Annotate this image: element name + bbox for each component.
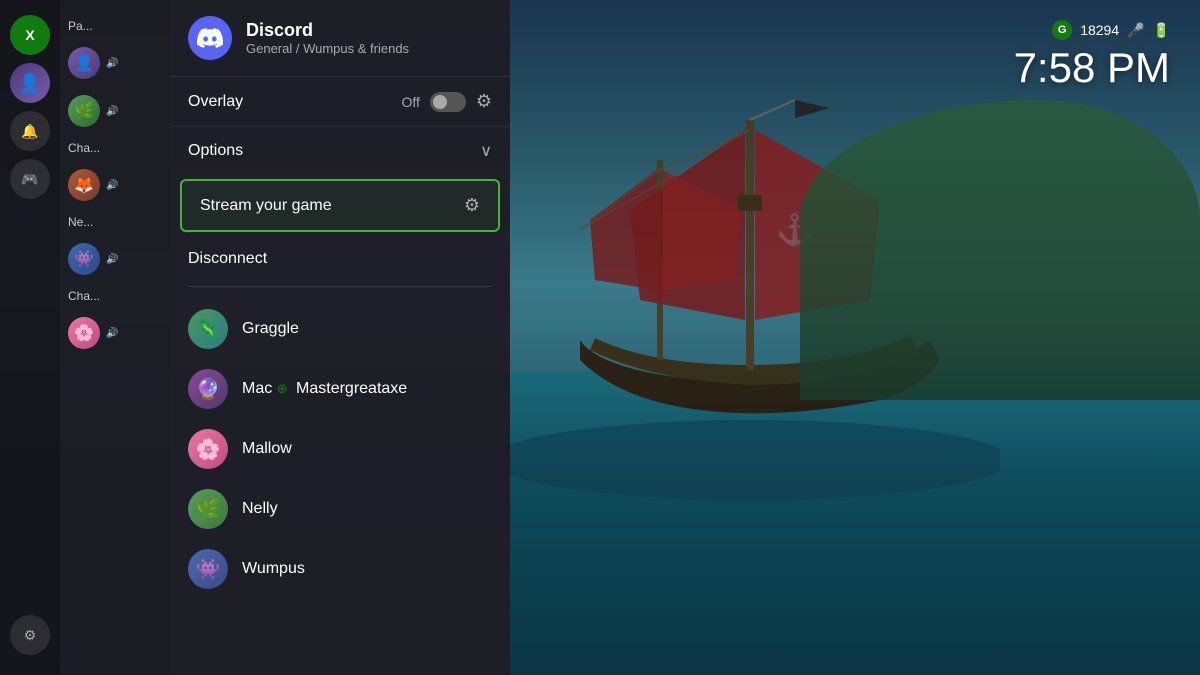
news-channel-label: Ne... bbox=[60, 211, 170, 233]
discord-title-group: Discord General / Wumpus & friends bbox=[246, 20, 409, 56]
channel-item-2[interactable]: 🌿 🔊 bbox=[60, 89, 170, 133]
member-item-nelly[interactable]: 🌿 Nelly bbox=[170, 479, 510, 539]
overlay-state-text: Off bbox=[401, 94, 419, 110]
discord-header: Discord General / Wumpus & friends bbox=[170, 0, 510, 77]
stream-your-game-row[interactable]: Stream your game ⚙ bbox=[180, 179, 500, 232]
overlay-toggle[interactable] bbox=[430, 92, 466, 112]
xbox-icon-mac: ⊕ bbox=[277, 381, 288, 396]
member-name-graggle: Graggle bbox=[242, 320, 299, 338]
channel-avatar-3: 🦊 bbox=[68, 169, 100, 201]
options-row[interactable]: Options ∨ bbox=[170, 127, 510, 175]
chevron-down-icon: ∨ bbox=[480, 141, 492, 161]
gamerscore: 18294 bbox=[1080, 22, 1119, 38]
status-bar: G 18294 🎤 🔋 7:58 PM bbox=[1014, 20, 1170, 92]
chat-channel-label-2: Cha... bbox=[60, 285, 170, 307]
member-name-wumpus: Wumpus bbox=[242, 560, 305, 578]
notification-icon[interactable]: 🔔 bbox=[10, 111, 50, 151]
member-item-graggle[interactable]: 🦎 Graggle bbox=[170, 299, 510, 359]
member-item-mac[interactable]: 🔮 Mac ⊕ Mastergreataxe bbox=[170, 359, 510, 419]
channel-avatar-1: 👤 bbox=[68, 47, 100, 79]
member-avatar-wumpus: 👾 bbox=[188, 549, 228, 589]
channels-sidebar: Pa... 👤 🔊 🌿 🔊 Cha... 🦊 🔊 Ne... 👾 🔊 Cha..… bbox=[60, 0, 170, 675]
volume-icon-2: 🔊 bbox=[106, 106, 118, 117]
overlay-controls: Off ⚙ bbox=[401, 91, 492, 112]
channel-avatar-2: 🌿 bbox=[68, 95, 100, 127]
member-item-mallow[interactable]: 🌸 Mallow bbox=[170, 419, 510, 479]
volume-icon-5: 🔊 bbox=[106, 328, 118, 339]
channel-item-1[interactable]: 👤 🔊 bbox=[60, 41, 170, 85]
battery-icon: 🔋 bbox=[1153, 22, 1170, 39]
discord-subtitle: General / Wumpus & friends bbox=[246, 41, 409, 56]
xbox-sidebar: X 👤 🔔 🎮 ⚙ bbox=[0, 0, 60, 675]
member-avatar-nelly: 🌿 bbox=[188, 489, 228, 529]
settings-icon[interactable]: ⚙ bbox=[10, 615, 50, 655]
xbox-g-icon: G bbox=[1052, 20, 1072, 40]
member-item-wumpus[interactable]: 👾 Wumpus bbox=[170, 539, 510, 599]
stream-settings-icon[interactable]: ⚙ bbox=[464, 195, 480, 216]
volume-icon-3: 🔊 bbox=[106, 180, 118, 191]
volume-icon-4: 🔊 bbox=[106, 254, 118, 265]
members-list: 🦎 Graggle 🔮 Mac ⊕ Mastergreataxe 🌸 Mallo… bbox=[170, 291, 510, 675]
chat-channel-label-1: Cha... bbox=[60, 137, 170, 159]
channel-item-4[interactable]: 👾 🔊 bbox=[60, 237, 170, 281]
disconnect-row[interactable]: Disconnect bbox=[170, 236, 510, 282]
options-label: Options bbox=[188, 142, 243, 160]
overlay-settings-icon[interactable]: ⚙ bbox=[476, 91, 492, 112]
discord-logo bbox=[188, 16, 232, 60]
microphone-icon: 🎤 bbox=[1127, 22, 1144, 39]
divider bbox=[188, 286, 492, 287]
member-avatar-mac: 🔮 bbox=[188, 369, 228, 409]
channel-item-3[interactable]: 🦊 🔊 bbox=[60, 163, 170, 207]
channel-avatar-4: 👾 bbox=[68, 243, 100, 275]
member-name-mac: Mac ⊕ Mastergreataxe bbox=[242, 380, 407, 398]
xbox-button[interactable]: X bbox=[10, 15, 50, 55]
clock-display: 7:58 PM bbox=[1014, 44, 1170, 92]
party-channel-label: Pa... bbox=[60, 15, 170, 37]
overlay-row[interactable]: Overlay Off ⚙ bbox=[170, 77, 510, 127]
channel-item-5[interactable]: 🌸 🔊 bbox=[60, 311, 170, 355]
member-avatar-mallow: 🌸 bbox=[188, 429, 228, 469]
overlay-label: Overlay bbox=[188, 93, 243, 111]
discord-app-name: Discord bbox=[246, 20, 409, 41]
member-name-nelly: Nelly bbox=[242, 500, 278, 518]
volume-icon-1: 🔊 bbox=[106, 58, 118, 69]
discord-panel: Discord General / Wumpus & friends Overl… bbox=[170, 0, 510, 675]
user-avatar[interactable]: 👤 bbox=[10, 63, 50, 103]
controller-icon[interactable]: 🎮 bbox=[10, 159, 50, 199]
stream-your-game-label: Stream your game bbox=[200, 197, 332, 215]
discord-logo-svg bbox=[197, 25, 223, 51]
member-name-mallow: Mallow bbox=[242, 440, 292, 458]
channel-avatar-5: 🌸 bbox=[68, 317, 100, 349]
island-background bbox=[800, 100, 1200, 400]
member-avatar-graggle: 🦎 bbox=[188, 309, 228, 349]
disconnect-label: Disconnect bbox=[188, 250, 267, 267]
